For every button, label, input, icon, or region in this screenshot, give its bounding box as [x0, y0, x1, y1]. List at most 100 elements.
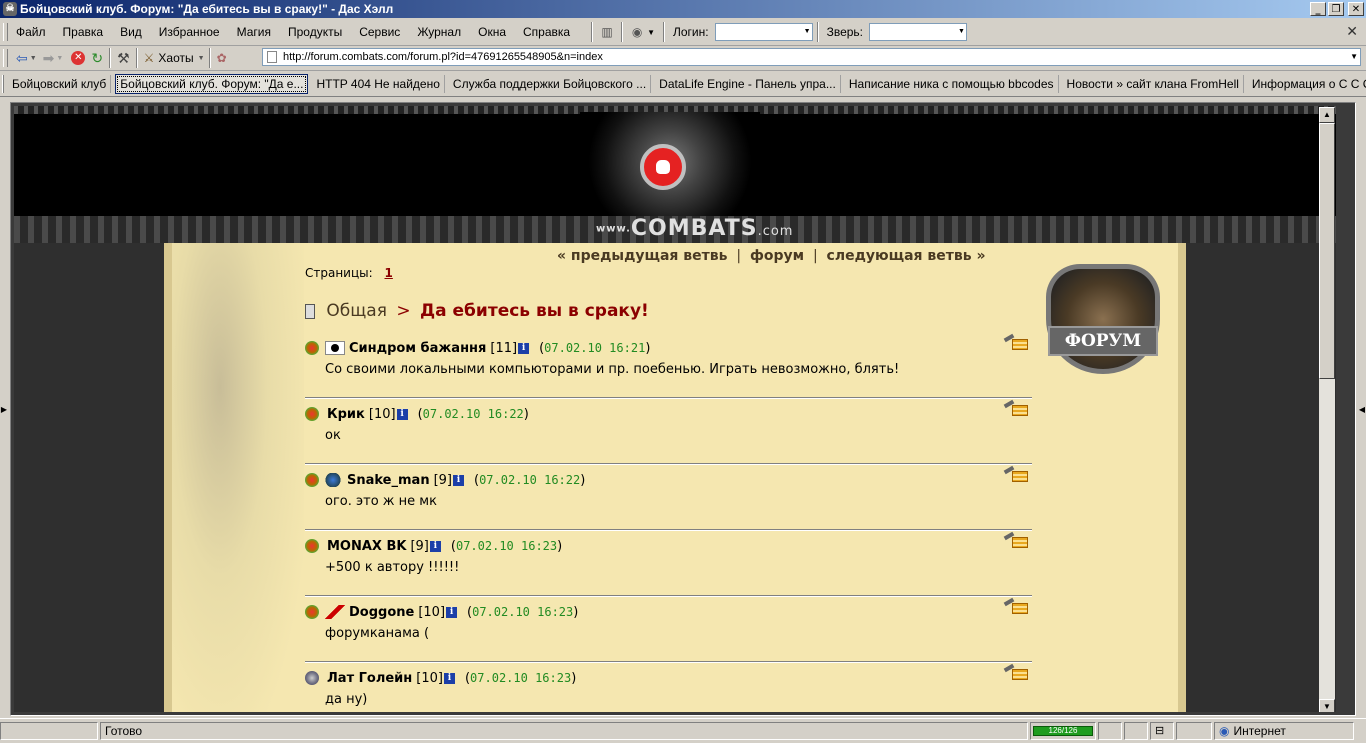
stop-icon[interactable]: ✕: [71, 51, 86, 65]
clan-icon[interactable]: [305, 539, 319, 553]
tab-1[interactable]: Бойцовский клуб. Форум: "Да е...: [115, 73, 309, 94]
toolbar-grip[interactable]: [2, 74, 4, 93]
post-author-level: [11]: [490, 340, 518, 356]
menu-view[interactable]: Вид: [120, 25, 142, 39]
forum-shield[interactable]: ФОРУМ: [1038, 254, 1168, 384]
page-link[interactable]: 1: [385, 266, 393, 280]
alignment-icon[interactable]: [325, 473, 341, 487]
url-field[interactable]: http://forum.combats.com/forum.pl?id=476…: [262, 48, 1361, 66]
chaos-icon[interactable]: ⚔: [144, 51, 155, 65]
minimize-button[interactable]: _: [1310, 2, 1326, 16]
forum-link[interactable]: форум: [750, 248, 804, 264]
reply-icon[interactable]: [1003, 531, 1028, 548]
info-icon[interactable]: i: [453, 474, 464, 486]
info-icon[interactable]: i: [396, 408, 408, 420]
menu-history[interactable]: Журнал: [417, 25, 461, 39]
prev-thread-link[interactable]: « предыдущая ветвь: [557, 248, 727, 264]
chevron-down-icon[interactable]: ▼: [647, 28, 655, 37]
right-panel-toggle-icon[interactable]: ◀: [1358, 392, 1366, 428]
chevron-down-icon[interactable]: ▼: [1350, 49, 1358, 65]
post-author[interactable]: Doggone: [349, 605, 414, 620]
tools-icon[interactable]: ⚒: [117, 50, 130, 67]
network-icon[interactable]: ⊟: [1150, 722, 1174, 740]
forward-icon[interactable]: ➡: [43, 50, 55, 67]
reply-icon[interactable]: [1003, 333, 1028, 350]
tab-5[interactable]: Написание ника с помощью bbcodes: [845, 74, 1059, 93]
scroll-down-button[interactable]: ▼: [1319, 699, 1335, 712]
combats-logo[interactable]: [580, 112, 760, 222]
back-icon[interactable]: ⇦: [16, 50, 28, 67]
breadcrumb-section[interactable]: Общая: [326, 301, 387, 321]
tab-7[interactable]: Информация о С С С: [1248, 75, 1366, 93]
info-icon[interactable]: i: [518, 342, 530, 354]
tab-3[interactable]: Служба поддержки Бойцовского ...: [449, 74, 652, 93]
reply-icon[interactable]: [1003, 399, 1028, 416]
post-date: 07.02.10 16:23: [470, 671, 572, 685]
haoty-label[interactable]: Хаоты: [158, 51, 193, 65]
tab-0[interactable]: Бойцовский клуб: [8, 74, 112, 93]
close-button[interactable]: ✕: [1348, 2, 1364, 16]
info-icon[interactable]: i: [443, 672, 455, 684]
left-panel-toggle-icon[interactable]: ▶: [0, 392, 8, 428]
beast-select[interactable]: ▼: [869, 23, 968, 41]
toolbar-grip[interactable]: [3, 49, 8, 67]
menu-favorites[interactable]: Избранное: [159, 25, 220, 39]
pages-label: Страницы:: [305, 266, 373, 280]
tab-6[interactable]: Новости » сайт клана FromHell: [1063, 74, 1244, 93]
chevron-down-icon[interactable]: ▼: [803, 24, 812, 40]
menu-products[interactable]: Продукты: [288, 25, 342, 39]
close-icon[interactable]: ✕: [1346, 23, 1358, 40]
clan-icon[interactable]: [305, 407, 319, 421]
post-author[interactable]: Крик: [327, 407, 365, 422]
menu-magic[interactable]: Магия: [237, 25, 271, 39]
feather-decoration: [164, 243, 304, 712]
date-close-paren: ): [523, 406, 529, 422]
post-author[interactable]: MONAX BK: [327, 539, 406, 554]
castle-icon[interactable]: ▥: [597, 22, 617, 42]
potion-icon[interactable]: ◉: [627, 22, 647, 42]
refresh-icon[interactable]: ↻: [91, 50, 103, 67]
toolbar-separator: [109, 48, 112, 68]
zone-cell: ◉ Интернет: [1214, 722, 1354, 740]
scroll-up-button[interactable]: ▲: [1319, 107, 1335, 123]
post-author[interactable]: Лат Голейн: [327, 671, 412, 686]
alignment-icon[interactable]: [325, 605, 345, 619]
maximize-button[interactable]: ❐: [1328, 2, 1344, 16]
pagination: Страницы: 1: [305, 266, 393, 280]
note-icon: [1012, 537, 1028, 548]
menu-file[interactable]: Файл: [16, 25, 46, 39]
clan-icon[interactable]: [305, 341, 319, 355]
clan-icon[interactable]: ✿: [217, 51, 227, 65]
next-thread-link[interactable]: следующая ветвь »: [827, 248, 986, 264]
menu-service[interactable]: Сервис: [359, 25, 400, 39]
chevron-down-icon[interactable]: ▼: [957, 24, 966, 40]
clan-icon[interactable]: [305, 671, 319, 685]
post-author[interactable]: Snake_man: [347, 473, 430, 488]
menu-windows[interactable]: Окна: [478, 25, 506, 39]
status-cell: [1176, 722, 1212, 740]
toolbar-grip[interactable]: [3, 23, 8, 41]
reply-icon[interactable]: [1003, 663, 1028, 680]
menu-help[interactable]: Справка: [523, 25, 570, 39]
reply-icon[interactable]: [1003, 597, 1028, 614]
clan-icon[interactable]: [305, 473, 319, 487]
post-author[interactable]: Синдром бажання: [349, 341, 486, 356]
reply-icon[interactable]: [1003, 465, 1028, 482]
menu-edit[interactable]: Правка: [63, 25, 104, 39]
clan-icon[interactable]: [305, 605, 319, 619]
alignment-icon[interactable]: [325, 341, 345, 355]
tab-2[interactable]: HTTP 404 Не найдено: [312, 74, 445, 93]
menu-bar: Файл Правка Вид Избранное Магия Продукты…: [0, 19, 1366, 46]
info-icon[interactable]: i: [429, 540, 441, 552]
tab-4[interactable]: DataLife Engine - Панель упра...: [655, 74, 841, 93]
chevron-down-icon[interactable]: ▼: [30, 55, 37, 62]
scroll-thumb[interactable]: [1319, 123, 1335, 379]
vertical-scrollbar[interactable]: ▲ ▼: [1319, 107, 1335, 712]
chevron-down-icon[interactable]: ▼: [198, 55, 205, 62]
info-icon[interactable]: i: [446, 606, 458, 618]
chevron-down-icon[interactable]: ▼: [56, 55, 63, 62]
status-cell: [0, 722, 98, 740]
login-select[interactable]: ▼: [714, 23, 813, 41]
site-header: www.COMBATS.com: [14, 106, 1336, 243]
toolbar-separator: [591, 22, 594, 42]
